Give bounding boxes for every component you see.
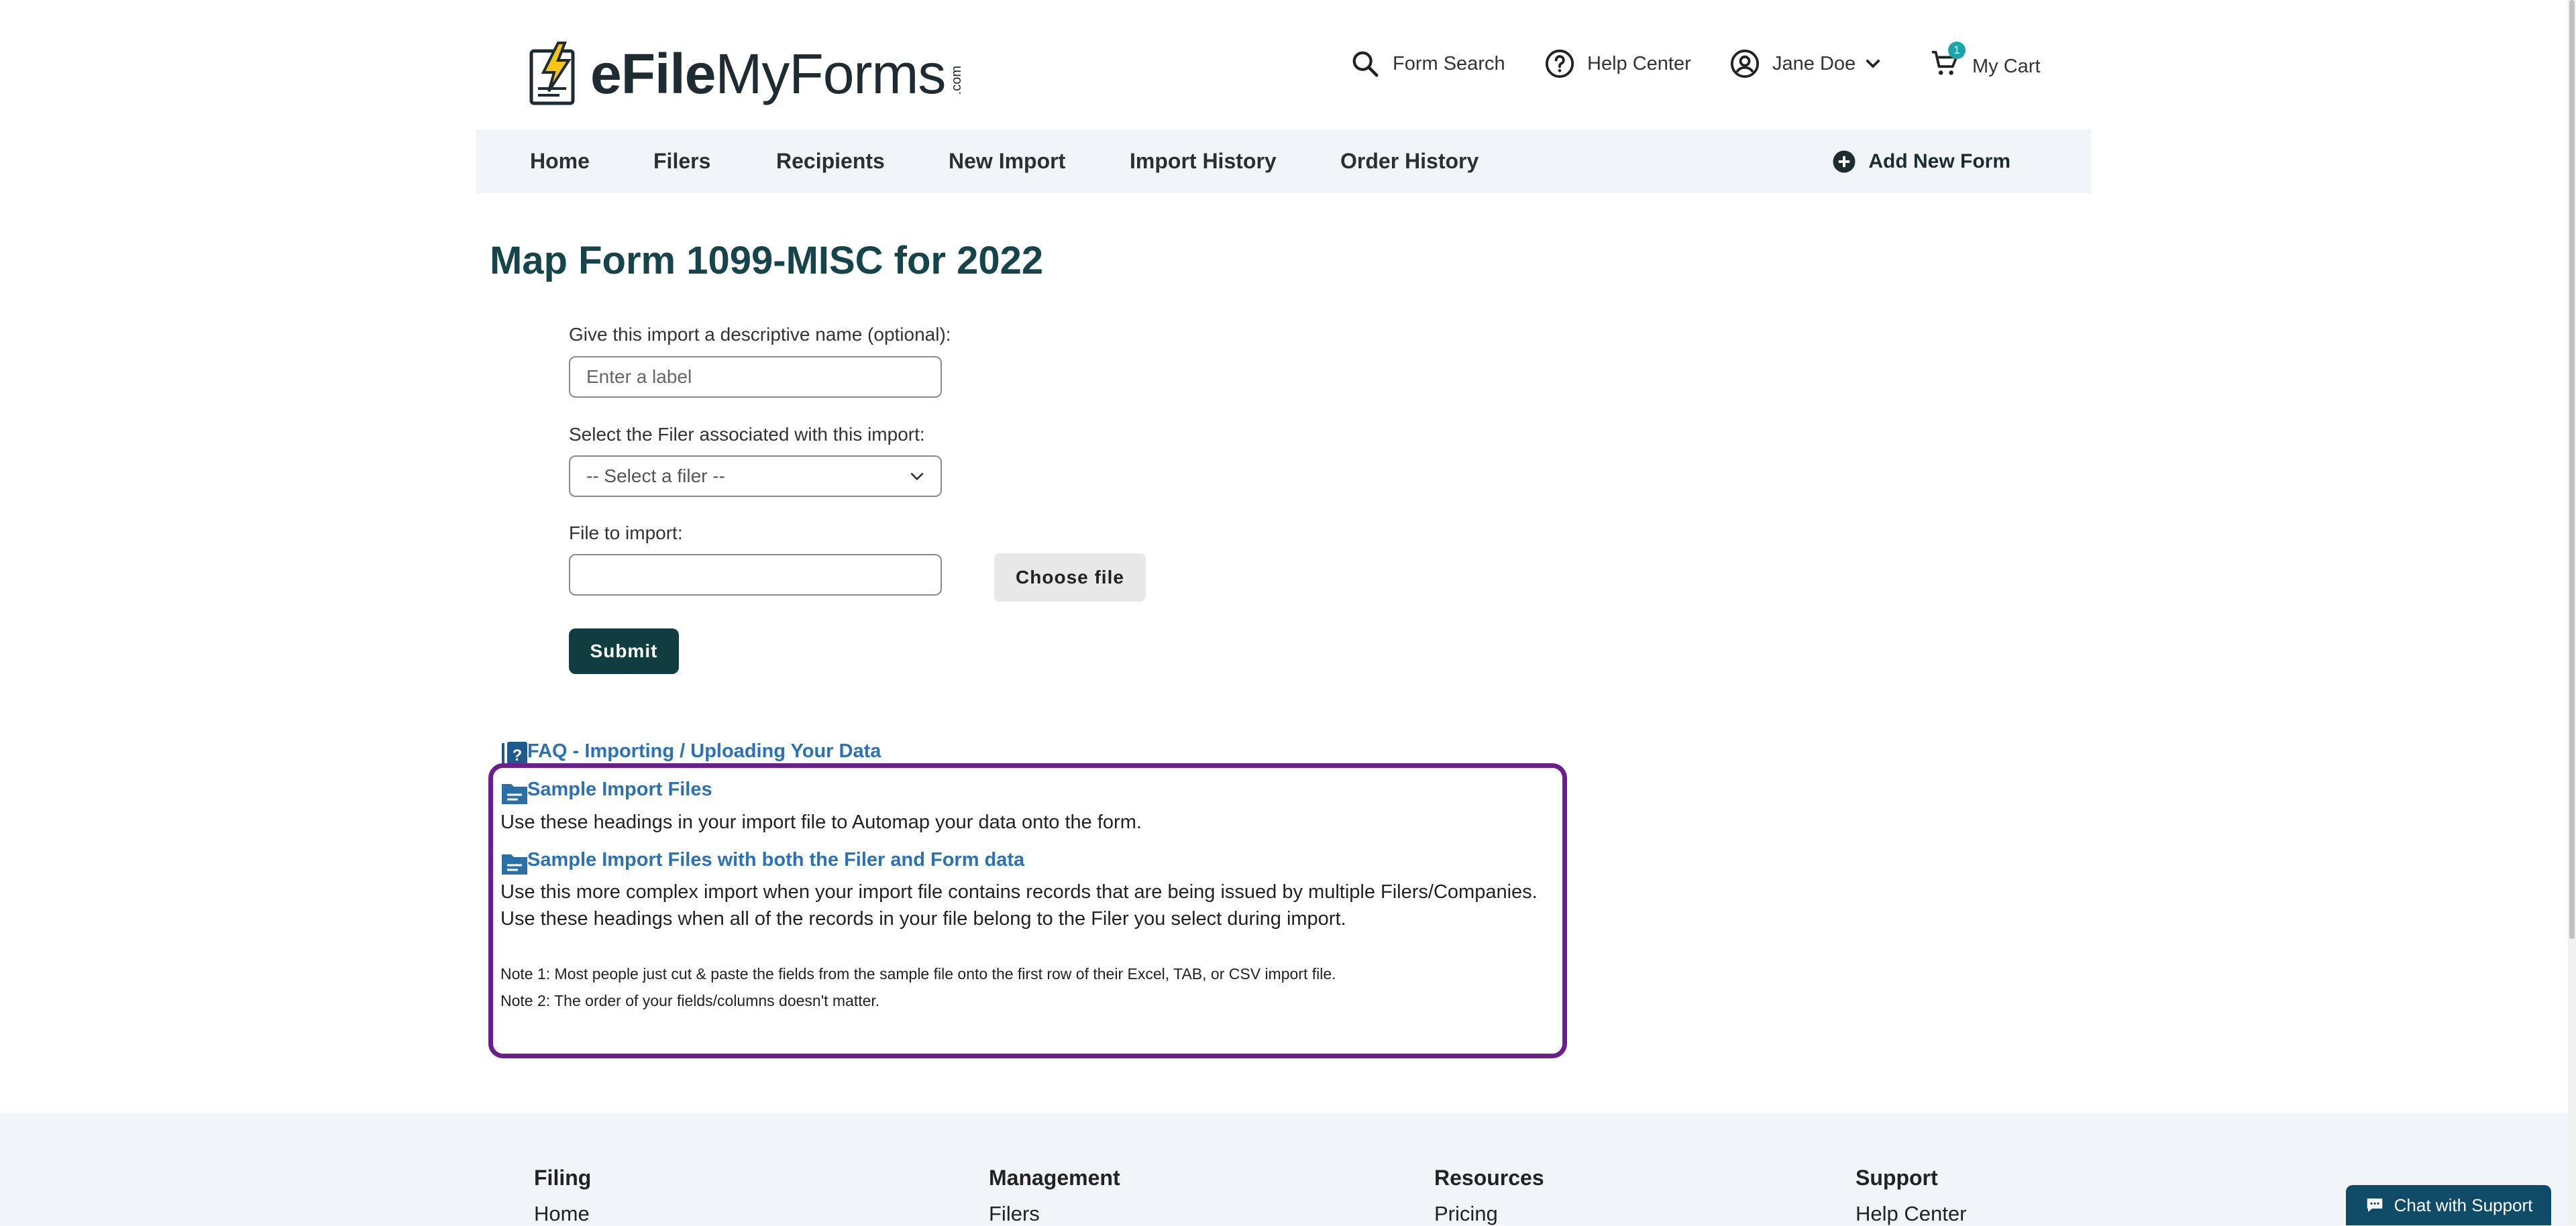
- nav-recipients[interactable]: Recipients: [776, 129, 885, 193]
- highlight-box: [488, 763, 1567, 1058]
- import-name-input[interactable]: [569, 356, 942, 398]
- nav-order-history[interactable]: Order History: [1340, 129, 1479, 193]
- page-title: Map Form 1099-MISC for 2022: [490, 239, 1044, 282]
- user-name: Jane Doe: [1772, 52, 1856, 74]
- footer: [0, 1113, 2568, 1225]
- chat-with-support-button[interactable]: Chat with Support: [2346, 1185, 2551, 1225]
- help-center-label: Help Center: [1587, 52, 1691, 74]
- chat-label: Chat with Support: [2394, 1194, 2533, 1215]
- svg-text:?: ?: [513, 746, 523, 765]
- plus-circle-icon: [1833, 150, 1856, 172]
- cart-icon-wrap: 1: [1929, 42, 1972, 85]
- nav-filers[interactable]: Filers: [653, 129, 710, 193]
- chat-bubble-icon: [2367, 1199, 2382, 1212]
- logo[interactable]: eFileMyForms .com: [529, 42, 965, 106]
- filer-select[interactable]: -- Select a filer --: [569, 455, 942, 497]
- filer-select-value: -- Select a filer --: [586, 465, 725, 486]
- filer-select-label: Select the Filer associated with this im…: [569, 424, 925, 445]
- chevron-down-icon: [910, 472, 924, 481]
- logo-text: eFileMyForms: [590, 42, 946, 105]
- choose-file-button[interactable]: Choose file: [994, 553, 1146, 602]
- search-icon: [1352, 51, 1379, 77]
- file-path-field[interactable]: [569, 554, 942, 596]
- main-nav: Home Filers Recipients New Import Import…: [476, 129, 2091, 193]
- footer-link-filers[interactable]: Filers: [989, 1202, 1040, 1226]
- cart-link[interactable]: 1 My Cart: [1929, 42, 2041, 85]
- cart-count-badge: 1: [1948, 42, 1966, 59]
- logo-lightning-icon: [529, 42, 575, 105]
- footer-link-home[interactable]: Home: [534, 1202, 590, 1226]
- footer-heading-support: Support: [1856, 1166, 1938, 1190]
- footer-heading-resources: Resources: [1434, 1166, 1544, 1190]
- help-center-link[interactable]: Help Center: [1544, 48, 1691, 79]
- cart-label: My Cart: [1972, 55, 2041, 77]
- form-search-label: Form Search: [1393, 52, 1505, 74]
- footer-heading-filing: Filing: [534, 1166, 592, 1190]
- nav-import-history[interactable]: Import History: [1130, 129, 1277, 193]
- scrollbar-thumb[interactable]: [2569, 0, 2575, 939]
- logo-com: .com: [949, 66, 965, 95]
- submit-button[interactable]: Submit: [569, 628, 679, 674]
- chevron-down-icon: [1866, 59, 1880, 68]
- import-name-label: Give this import a descriptive name (opt…: [569, 324, 951, 345]
- nav-new-import[interactable]: New Import: [949, 129, 1065, 193]
- footer-link-help-center[interactable]: Help Center: [1856, 1202, 1966, 1226]
- vertical-scrollbar[interactable]: [2568, 0, 2576, 1225]
- footer-link-pricing[interactable]: Pricing: [1434, 1202, 1498, 1226]
- nav-home[interactable]: Home: [530, 129, 590, 193]
- footer-heading-management: Management: [989, 1166, 1120, 1190]
- page: eFileMyForms .com Form Search Help Cente…: [0, 0, 2568, 1225]
- file-import-label: File to import:: [569, 522, 683, 543]
- form-search-link[interactable]: Form Search: [1350, 48, 1505, 79]
- add-new-form-label: Add New Form: [1868, 150, 2010, 172]
- help-circle-icon: [1545, 49, 1574, 78]
- faq-link[interactable]: FAQ - Importing / Uploading Your Data: [527, 740, 881, 763]
- user-circle-icon: [1730, 49, 1760, 78]
- user-menu[interactable]: Jane Doe: [1729, 48, 1884, 79]
- add-new-form-button[interactable]: Add New Form: [1832, 129, 2010, 193]
